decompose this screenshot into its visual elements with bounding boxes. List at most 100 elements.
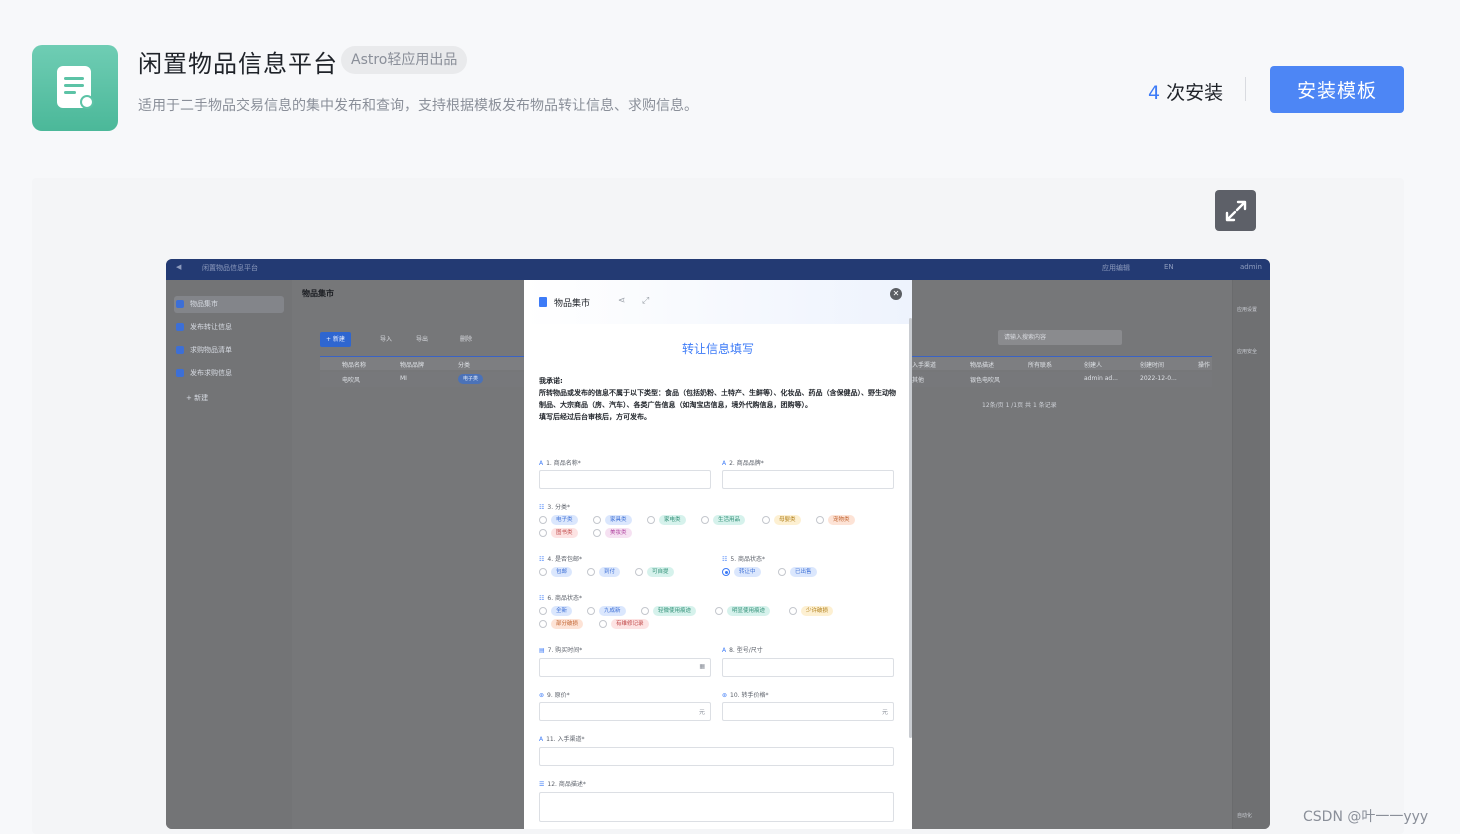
publisher-badge: Astro轻应用出品 bbox=[341, 46, 468, 74]
doc-icon bbox=[539, 297, 547, 307]
radio-button[interactable] bbox=[599, 620, 607, 628]
shipping-option[interactable]: 包邮 bbox=[539, 567, 583, 577]
shipping-option[interactable]: 到付 bbox=[587, 567, 631, 577]
category-option[interactable]: 家电类 bbox=[647, 515, 697, 525]
template-header: 闲置物品信息平台 Astro轻应用出品 适用于二手物品交易信息的集中发布和查询，… bbox=[0, 0, 1460, 160]
preview-app-name: 闲置物品信息平台 bbox=[202, 264, 258, 272]
option-tag: 全新 bbox=[551, 606, 573, 616]
resale-price-input[interactable]: 元 bbox=[722, 702, 894, 721]
label-description: ☰ 12. 商品描述* bbox=[539, 781, 586, 788]
category-option[interactable]: 电子类 bbox=[539, 515, 589, 525]
radio-button[interactable] bbox=[539, 516, 547, 524]
condition-option[interactable]: 轻微使用痕迹 bbox=[641, 606, 711, 616]
radio-button[interactable] bbox=[762, 516, 770, 524]
radio-button[interactable] bbox=[587, 568, 595, 576]
preview-topbar-user: admin bbox=[1240, 263, 1262, 271]
shipping-option[interactable]: 可自提 bbox=[635, 567, 685, 577]
category-option[interactable]: 家具类 bbox=[593, 515, 643, 525]
preview-sidebar-new: + 新建 bbox=[186, 394, 209, 402]
preview-pager: 12条/页 1 /1页 共 1 条记录 bbox=[982, 402, 1057, 409]
option-tag: 家电类 bbox=[659, 515, 686, 525]
option-tag: 部分破损 bbox=[551, 619, 584, 629]
preview-topbar-lang: EN bbox=[1164, 263, 1174, 271]
option-tag: 母婴类 bbox=[774, 515, 801, 525]
label-original-price: ⊛ 9. 原价* bbox=[539, 692, 570, 699]
install-count-number: 4 bbox=[1148, 82, 1161, 104]
preview-search-input: 请输入搜索内容 bbox=[998, 330, 1122, 345]
condition-option[interactable]: 全新 bbox=[539, 606, 583, 616]
form-title: 转让信息填写 bbox=[681, 342, 754, 356]
label-condition: ☷ 6. 商品状态* bbox=[539, 595, 583, 602]
radio-button[interactable] bbox=[587, 607, 595, 615]
preview-export-button: 导出 bbox=[416, 336, 429, 343]
radio-button[interactable] bbox=[647, 516, 655, 524]
radio-button[interactable] bbox=[722, 568, 730, 576]
condition-option[interactable]: 九成新 bbox=[587, 606, 641, 616]
radio-button[interactable] bbox=[539, 607, 547, 615]
radio-button[interactable] bbox=[701, 516, 709, 524]
option-tag: 有维修记录 bbox=[611, 619, 649, 629]
category-option[interactable]: 图书类 bbox=[539, 528, 589, 538]
divider bbox=[1245, 77, 1246, 101]
modal-scrollbar bbox=[909, 318, 912, 738]
category-option[interactable]: 生活用品 bbox=[701, 515, 761, 525]
option-tag: 美妆类 bbox=[605, 528, 632, 538]
radio-button[interactable] bbox=[539, 568, 547, 576]
template-description: 适用于二手物品交易信息的集中发布和查询，支持根据模板发布物品转让信息、求购信息。 bbox=[138, 98, 698, 114]
product-brand-input[interactable] bbox=[722, 470, 894, 489]
label-purchase-date: ▤ 7. 购买时间* bbox=[539, 647, 583, 654]
label-channel: A 11. 入手渠道* bbox=[539, 736, 585, 743]
condition-option[interactable]: 部分破损 bbox=[539, 619, 599, 629]
radio-button[interactable] bbox=[778, 568, 786, 576]
radio-button[interactable] bbox=[593, 516, 601, 524]
radio-button[interactable] bbox=[715, 607, 723, 615]
option-tag: 包邮 bbox=[551, 567, 573, 577]
sale-status-option[interactable]: 转让中 bbox=[722, 567, 776, 577]
option-tag: 宠物类 bbox=[828, 515, 855, 525]
category-option[interactable]: 美妆类 bbox=[593, 528, 643, 538]
install-template-button[interactable]: 安装模板 bbox=[1270, 66, 1404, 113]
option-tag: 明显使用痕迹 bbox=[727, 606, 771, 616]
radio-button[interactable] bbox=[635, 568, 643, 576]
label-category: ☷ 3. 分类* bbox=[539, 504, 571, 511]
description-textarea[interactable] bbox=[539, 792, 894, 822]
option-tag: 生活用品 bbox=[713, 515, 746, 525]
option-tag: 轻微使用痕迹 bbox=[653, 606, 697, 616]
app-icon bbox=[32, 45, 118, 131]
radio-button[interactable] bbox=[641, 607, 649, 615]
label-product-name: A 1. 商品名称* bbox=[539, 460, 581, 467]
option-tag: 家具类 bbox=[605, 515, 632, 525]
condition-option[interactable]: 少许破损 bbox=[789, 606, 849, 616]
purchase-date-picker[interactable]: ▦ bbox=[539, 658, 711, 677]
original-price-input[interactable]: 元 bbox=[539, 702, 711, 721]
radio-button[interactable] bbox=[816, 516, 824, 524]
install-count: 4 次安装 bbox=[1148, 78, 1223, 105]
preview-new-button: + 新建 bbox=[320, 332, 351, 347]
radio-button[interactable] bbox=[539, 529, 547, 537]
condition-option[interactable]: 明显使用痕迹 bbox=[715, 606, 785, 616]
preview-main-title: 物品集市 bbox=[302, 289, 334, 298]
preview-right-panel: 应用设置 应用安全 自动化 bbox=[1232, 280, 1270, 829]
radio-button[interactable] bbox=[539, 620, 547, 628]
close-icon[interactable]: ✕ bbox=[890, 288, 902, 300]
radio-button[interactable] bbox=[593, 529, 601, 537]
document-icon bbox=[57, 66, 94, 109]
option-tag: 电子类 bbox=[551, 515, 578, 525]
category-option[interactable]: 宠物类 bbox=[816, 515, 866, 525]
sale-status-option[interactable]: 已出售 bbox=[778, 567, 832, 577]
category-option[interactable]: 母婴类 bbox=[762, 515, 812, 525]
channel-input[interactable] bbox=[539, 747, 894, 766]
label-resale-price: ⊛ 10. 转手价格* bbox=[722, 692, 769, 699]
radio-button[interactable] bbox=[789, 607, 797, 615]
option-tag: 少许破损 bbox=[801, 606, 834, 616]
option-tag: 到付 bbox=[599, 567, 621, 577]
label-model-size: A 8. 型号/尺寸 bbox=[722, 647, 763, 654]
condition-option[interactable]: 有维修记录 bbox=[599, 619, 669, 629]
preview-sidebar-item: 求购物品清单 bbox=[174, 342, 284, 359]
modal-header: 物品集市 ⋖ ⤢ ✕ bbox=[524, 280, 912, 324]
model-size-input[interactable] bbox=[722, 658, 894, 677]
modal-header-title: 物品集市 bbox=[554, 299, 591, 309]
fullscreen-button[interactable] bbox=[1215, 190, 1256, 231]
label-shipping: ☷ 4. 是否包邮* bbox=[539, 556, 583, 563]
product-name-input[interactable] bbox=[539, 470, 711, 489]
